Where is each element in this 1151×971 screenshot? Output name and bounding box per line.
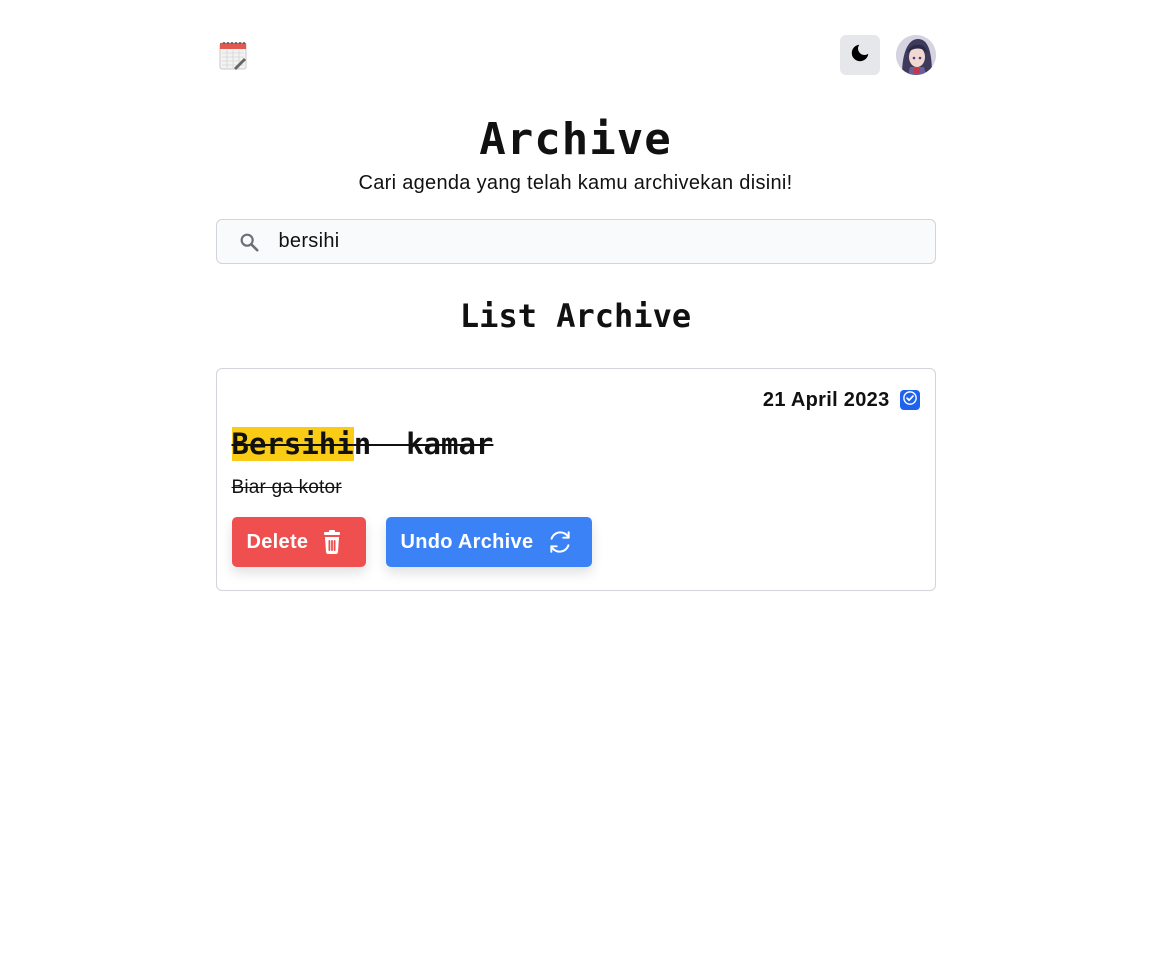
search-highlight: Bersihi	[231, 427, 354, 461]
calendar-notepad-icon[interactable]	[216, 38, 250, 72]
card-header: 21 April 2023	[232, 384, 920, 416]
header	[216, 34, 936, 76]
app-container: Archive Cari agenda yang telah kamu arch…	[215, 0, 936, 591]
undo-archive-label: Undo Archive	[400, 530, 534, 553]
page-title: Archive	[479, 114, 672, 165]
card-title-rest: n kamar	[353, 427, 494, 461]
undo-archive-button[interactable]: Undo Archive	[385, 517, 592, 567]
trash-icon	[322, 530, 342, 554]
search-bar	[215, 219, 936, 264]
user-avatar[interactable]	[895, 35, 936, 75]
search-icon	[237, 230, 261, 254]
card-description: Biar ga kotor	[231, 477, 342, 498]
card-title: Bersihin kamar	[231, 426, 920, 462]
card-actions: Delete Undo Archive	[231, 517, 920, 567]
page-subtitle: Cari agenda yang telah kamu archivekan d…	[358, 172, 793, 194]
archived-checkbox[interactable]	[899, 390, 920, 410]
moon-icon	[849, 42, 871, 69]
card-date: 21 April 2023	[762, 388, 890, 411]
theme-toggle-button[interactable]	[839, 35, 880, 75]
refresh-icon	[547, 529, 573, 555]
delete-button[interactable]: Delete	[231, 517, 366, 567]
archive-card: 21 April 2023 Bersihin kamar Biar ga kot…	[215, 368, 936, 591]
header-actions	[839, 35, 936, 75]
delete-label: Delete	[246, 530, 309, 553]
search-input[interactable]	[276, 219, 935, 264]
list-title: List Archive	[459, 297, 692, 335]
check-icon	[902, 390, 917, 410]
